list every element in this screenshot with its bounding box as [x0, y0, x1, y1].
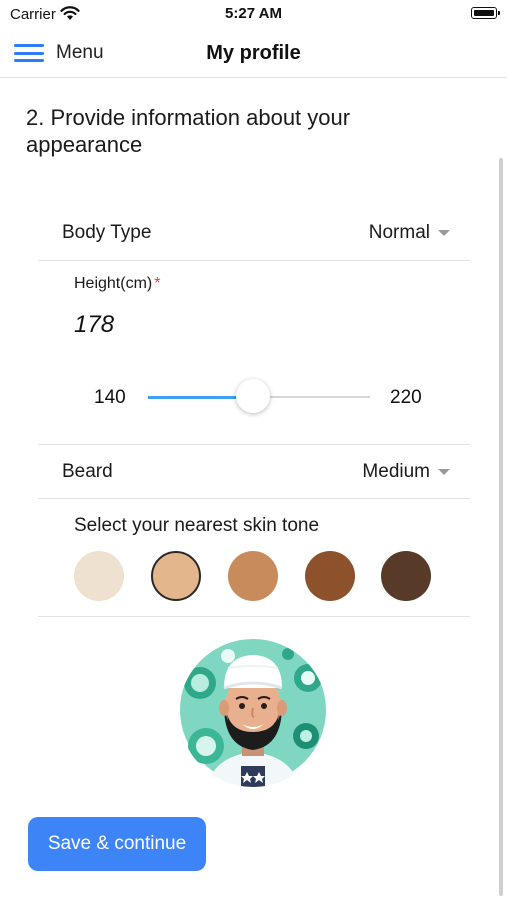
beard-value: Medium	[362, 461, 430, 482]
body-type-label: Body Type	[62, 222, 152, 243]
skin-tone-swatch-5[interactable]	[381, 551, 431, 601]
beard-select[interactable]: Medium	[362, 461, 450, 483]
required-marker: *	[154, 275, 161, 292]
scrollbar[interactable]	[499, 158, 503, 896]
page-title: My profile	[206, 42, 301, 64]
battery-icon	[471, 7, 500, 19]
beard-row: Beard Medium	[38, 445, 470, 499]
skin-tone-swatch-1[interactable]	[74, 551, 124, 601]
height-slider[interactable]	[148, 379, 370, 413]
slider-min-label: 140	[94, 387, 126, 408]
nav-bar: Menu My profile	[0, 28, 507, 78]
body-type-value: Normal	[368, 222, 430, 243]
section-title: 2. Provide information about your appear…	[26, 105, 351, 157]
status-time: 5:27 AM	[225, 5, 282, 22]
slider-max-label: 220	[390, 387, 422, 408]
save-continue-button[interactable]: Save & continue	[28, 817, 206, 871]
skin-tone-label: Select your nearest skin tone	[74, 515, 320, 536]
body-type-row: Body Type Normal	[38, 205, 470, 261]
skin-tone-swatch-4[interactable]	[305, 551, 355, 601]
status-bar: Carrier 5:27 AM	[0, 0, 507, 28]
skin-tone-section: Select your nearest skin tone	[38, 499, 470, 617]
height-label: Height(cm) *	[74, 275, 161, 292]
body-type-select[interactable]: Normal	[369, 222, 450, 244]
skin-tone-swatch-3[interactable]	[228, 551, 278, 601]
skin-tone-swatch-2[interactable]	[151, 551, 201, 601]
avatar	[178, 638, 328, 788]
slider-thumb[interactable]	[236, 379, 270, 413]
caret-down-icon	[438, 230, 450, 236]
beard-label: Beard	[62, 461, 113, 482]
height-value: 178	[74, 311, 115, 338]
caret-down-icon	[438, 469, 450, 475]
height-section: Height(cm) * 178 140 220	[38, 261, 470, 445]
